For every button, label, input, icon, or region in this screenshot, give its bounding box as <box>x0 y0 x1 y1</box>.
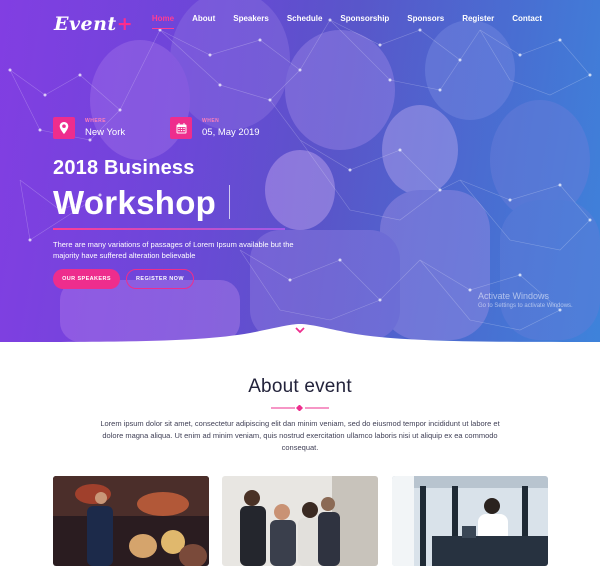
event-photo-speaker <box>53 476 209 566</box>
brand-name: Event <box>54 13 117 35</box>
top-navbar: Event+ Home About Speakers Schedule Spon… <box>0 8 600 35</box>
nav-item-home[interactable]: Home <box>151 14 175 29</box>
watermark-line1: Activate Windows <box>478 291 550 301</box>
nav-item-register[interactable]: Register <box>462 14 494 29</box>
calendar-icon <box>176 122 186 133</box>
map-pin-icon <box>59 122 69 134</box>
hero-section: Event+ Home About Speakers Schedule Spon… <box>0 0 600 342</box>
where-info: WHERE New York <box>53 117 125 139</box>
hero-title-line2: Workshop <box>53 184 217 221</box>
when-icon-box <box>170 117 192 139</box>
nav-item-sponsors[interactable]: Sponsors <box>407 14 444 29</box>
register-now-button[interactable]: REGISTER NOW <box>126 269 194 289</box>
nav-item-about[interactable]: About <box>192 14 215 29</box>
text-cursor <box>229 185 230 219</box>
chevron-down-icon[interactable] <box>294 326 306 334</box>
event-photo-audience <box>222 476 378 566</box>
brand-logo[interactable]: Event+ <box>54 13 133 35</box>
nav-item-speakers[interactable]: Speakers <box>233 14 269 29</box>
hero-description: There are many variations of passages of… <box>53 240 294 260</box>
about-description: Lorem ipsum dolor sit amet, consectetur … <box>100 419 500 452</box>
where-value: New York <box>85 127 126 138</box>
event-photo-office <box>392 476 548 566</box>
when-info: WHEN 05, May 2019 <box>170 117 260 139</box>
brand-plus: + <box>116 13 134 35</box>
nav-menu: Home About Speakers Schedule Sponsorship… <box>134 14 542 29</box>
where-label: WHERE <box>85 118 107 124</box>
when-value: 05, May 2019 <box>202 127 260 138</box>
nav-item-schedule[interactable]: Schedule <box>287 14 323 29</box>
where-icon-box <box>53 117 75 139</box>
hero-underline <box>53 228 285 230</box>
hero-title-line1: 2018 Business <box>53 157 195 179</box>
about-title: About event <box>248 376 352 397</box>
activate-windows-watermark: Activate Windows Go to Settings to activ… <box>478 291 573 309</box>
nav-item-sponsorship[interactable]: Sponsorship <box>340 14 389 29</box>
nav-item-contact[interactable]: Contact <box>512 14 542 29</box>
title-divider <box>271 405 329 411</box>
when-label: WHEN <box>202 118 220 124</box>
our-speakers-button[interactable]: OUR SPEAKERS <box>53 269 120 289</box>
watermark-line2: Go to Settings to activate Windows. <box>478 303 573 309</box>
